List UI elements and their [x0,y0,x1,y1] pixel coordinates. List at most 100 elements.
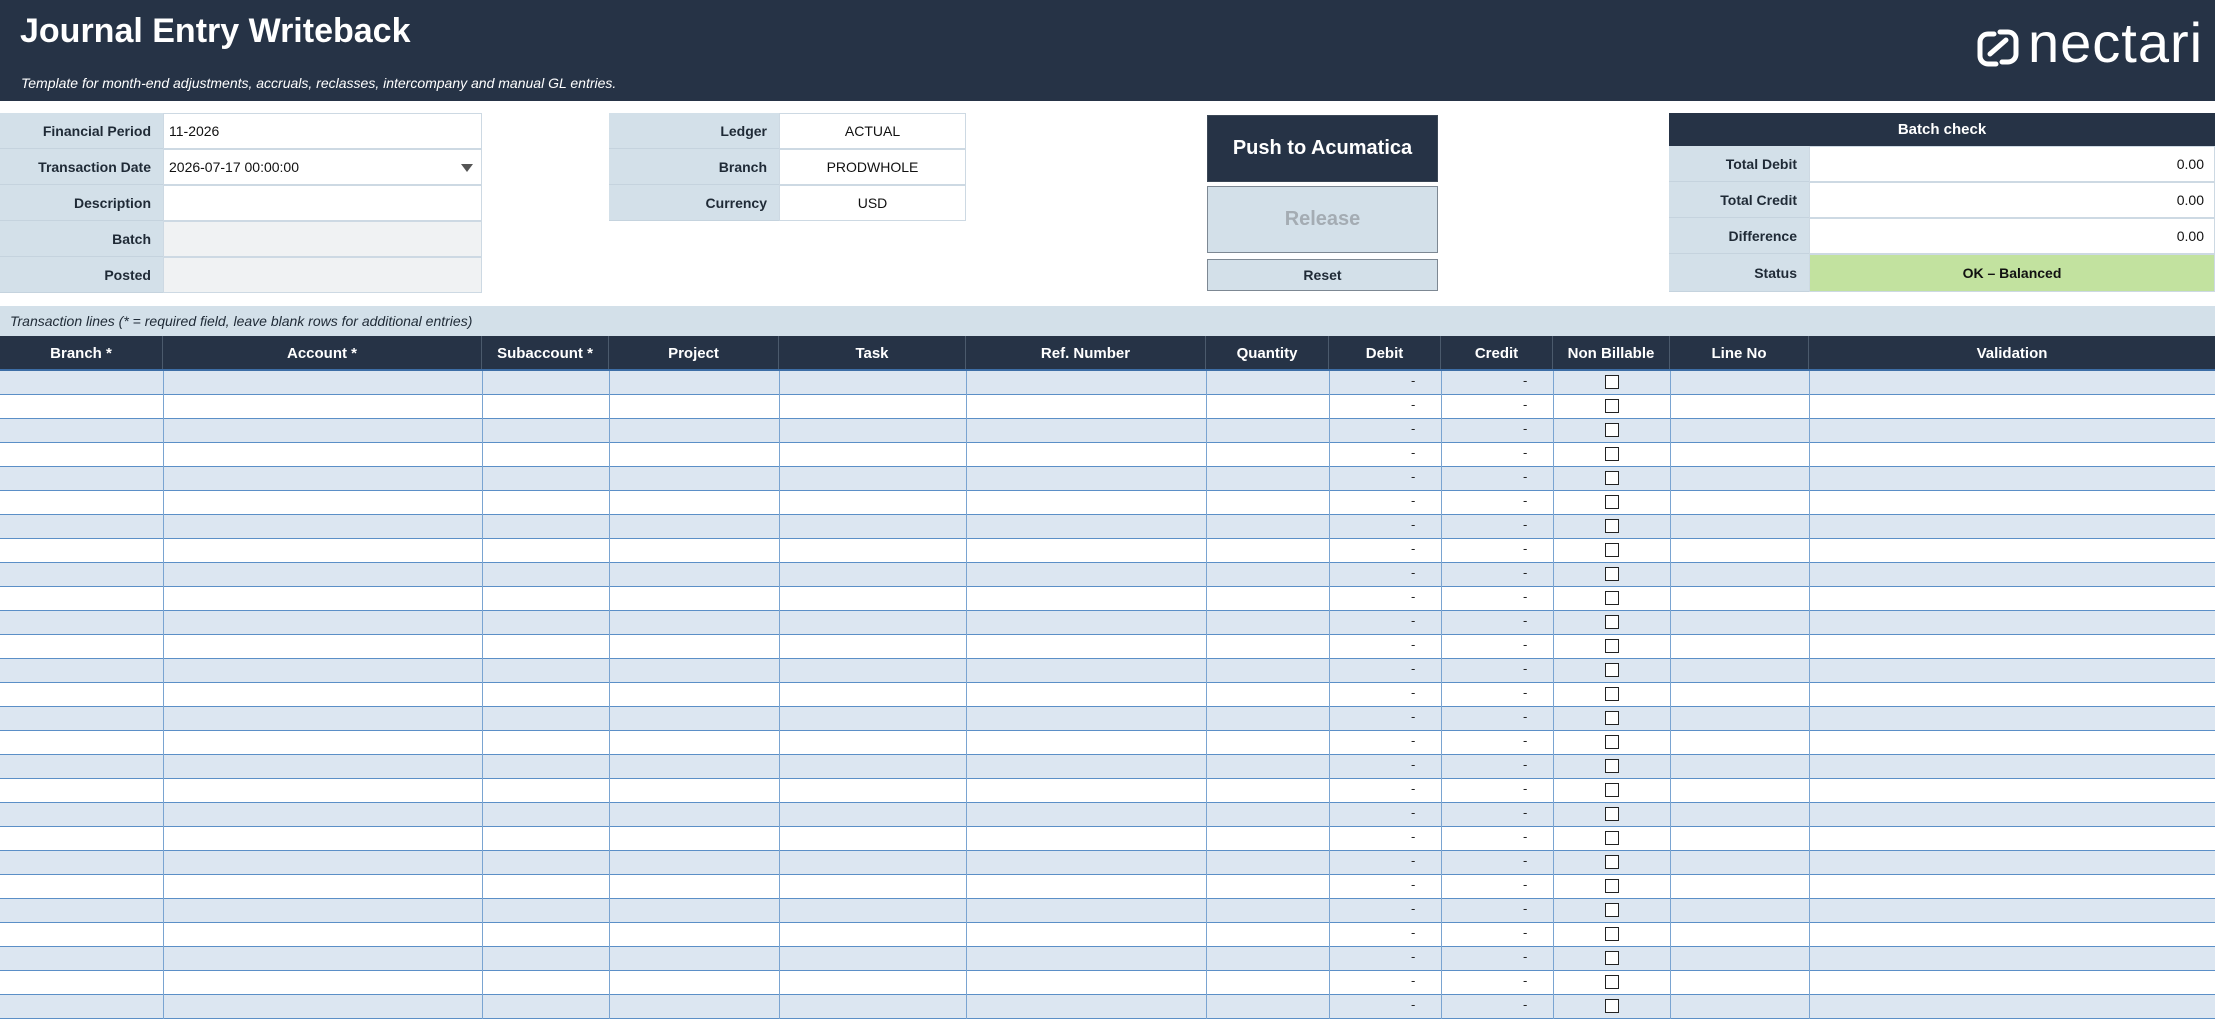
credit-cell[interactable]: - [1523,493,1527,508]
branch-field[interactable]: PRODWHOLE [779,149,966,185]
debit-cell[interactable]: - [1411,493,1415,508]
non-billable-checkbox[interactable] [1605,663,1619,677]
table-row[interactable]: -- [0,779,2215,803]
credit-cell[interactable]: - [1523,685,1527,700]
credit-cell[interactable]: - [1523,421,1527,436]
credit-cell[interactable]: - [1523,541,1527,556]
debit-cell[interactable]: - [1411,709,1415,724]
non-billable-checkbox[interactable] [1605,519,1619,533]
currency-field[interactable]: USD [779,185,966,221]
non-billable-checkbox[interactable] [1605,543,1619,557]
non-billable-checkbox[interactable] [1605,447,1619,461]
table-row[interactable]: -- [0,515,2215,539]
non-billable-checkbox[interactable] [1605,975,1619,989]
non-billable-checkbox[interactable] [1605,639,1619,653]
non-billable-checkbox[interactable] [1605,759,1619,773]
non-billable-checkbox[interactable] [1605,783,1619,797]
debit-cell[interactable]: - [1411,829,1415,844]
non-billable-checkbox[interactable] [1605,375,1619,389]
credit-cell[interactable]: - [1523,757,1527,772]
table-row[interactable]: -- [0,827,2215,851]
col-non-billable[interactable]: Non Billable [1553,336,1670,369]
table-row[interactable]: -- [0,755,2215,779]
table-row[interactable]: -- [0,803,2215,827]
non-billable-checkbox[interactable] [1605,615,1619,629]
non-billable-checkbox[interactable] [1605,951,1619,965]
debit-cell[interactable]: - [1411,517,1415,532]
debit-cell[interactable]: - [1411,685,1415,700]
non-billable-checkbox[interactable] [1605,711,1619,725]
debit-cell[interactable]: - [1411,781,1415,796]
debit-cell[interactable]: - [1411,421,1415,436]
non-billable-checkbox[interactable] [1605,855,1619,869]
credit-cell[interactable]: - [1523,949,1527,964]
table-row[interactable]: -- [0,587,2215,611]
credit-cell[interactable]: - [1523,517,1527,532]
table-row[interactable]: -- [0,371,2215,395]
credit-cell[interactable]: - [1523,853,1527,868]
col-credit[interactable]: Credit [1441,336,1553,369]
non-billable-checkbox[interactable] [1605,495,1619,509]
release-button[interactable]: Release [1207,186,1438,253]
table-row[interactable]: -- [0,875,2215,899]
table-row[interactable]: -- [0,731,2215,755]
debit-cell[interactable]: - [1411,469,1415,484]
table-row[interactable]: -- [0,947,2215,971]
credit-cell[interactable]: - [1523,733,1527,748]
non-billable-checkbox[interactable] [1605,879,1619,893]
credit-cell[interactable]: - [1523,781,1527,796]
table-row[interactable]: -- [0,419,2215,443]
credit-cell[interactable]: - [1523,373,1527,388]
debit-cell[interactable]: - [1411,637,1415,652]
col-quantity[interactable]: Quantity [1206,336,1329,369]
table-row[interactable]: -- [0,491,2215,515]
table-row[interactable]: -- [0,923,2215,947]
ledger-field[interactable]: ACTUAL [779,113,966,149]
table-row[interactable]: -- [0,683,2215,707]
debit-cell[interactable]: - [1411,877,1415,892]
debit-cell[interactable]: - [1411,613,1415,628]
table-row[interactable]: -- [0,635,2215,659]
non-billable-checkbox[interactable] [1605,591,1619,605]
col-branch[interactable]: Branch * [0,336,163,369]
col-account[interactable]: Account * [163,336,482,369]
credit-cell[interactable]: - [1523,613,1527,628]
debit-cell[interactable]: - [1411,373,1415,388]
debit-cell[interactable]: - [1411,757,1415,772]
transaction-date-field[interactable]: 2026-07-17 00:00:00 [163,149,482,185]
financial-period-field[interactable]: 11-2026 [163,113,482,149]
description-field[interactable] [163,185,482,221]
col-task[interactable]: Task [779,336,966,369]
credit-cell[interactable]: - [1523,925,1527,940]
debit-cell[interactable]: - [1411,589,1415,604]
credit-cell[interactable]: - [1523,805,1527,820]
table-row[interactable]: -- [0,971,2215,995]
debit-cell[interactable]: - [1411,805,1415,820]
col-line-no[interactable]: Line No [1670,336,1809,369]
debit-cell[interactable]: - [1411,565,1415,580]
debit-cell[interactable]: - [1411,997,1415,1012]
non-billable-checkbox[interactable] [1605,687,1619,701]
table-row[interactable]: -- [0,611,2215,635]
table-row[interactable]: -- [0,707,2215,731]
credit-cell[interactable]: - [1523,997,1527,1012]
debit-cell[interactable]: - [1411,853,1415,868]
table-row[interactable]: -- [0,659,2215,683]
credit-cell[interactable]: - [1523,637,1527,652]
credit-cell[interactable]: - [1523,397,1527,412]
non-billable-checkbox[interactable] [1605,903,1619,917]
debit-cell[interactable]: - [1411,541,1415,556]
table-row[interactable]: -- [0,563,2215,587]
table-row[interactable]: -- [0,443,2215,467]
reset-button[interactable]: Reset [1207,259,1438,291]
col-ref-number[interactable]: Ref. Number [966,336,1206,369]
table-row[interactable]: -- [0,539,2215,563]
table-row[interactable]: -- [0,395,2215,419]
credit-cell[interactable]: - [1523,973,1527,988]
non-billable-checkbox[interactable] [1605,831,1619,845]
non-billable-checkbox[interactable] [1605,567,1619,581]
table-row[interactable]: -- [0,467,2215,491]
credit-cell[interactable]: - [1523,661,1527,676]
credit-cell[interactable]: - [1523,901,1527,916]
non-billable-checkbox[interactable] [1605,999,1619,1013]
